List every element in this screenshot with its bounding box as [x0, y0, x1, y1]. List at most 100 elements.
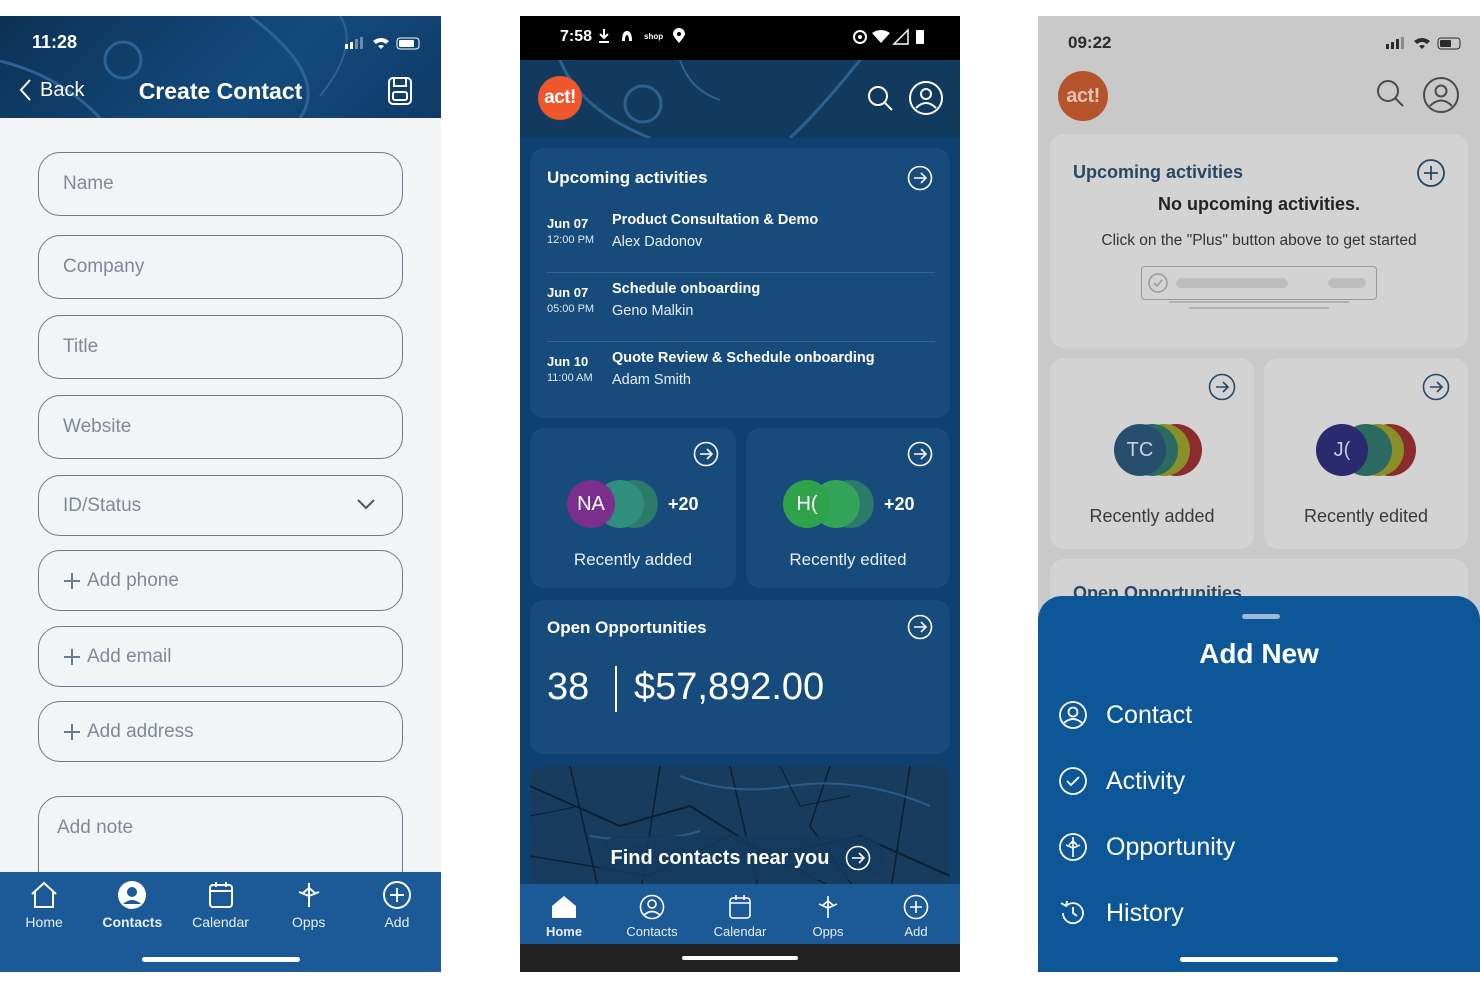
- save-button[interactable]: [387, 76, 413, 106]
- opportunities-open-button[interactable]: [907, 614, 933, 640]
- recently-added-card[interactable]: NA +20 Recently added: [530, 428, 736, 588]
- act-logo: act!: [1058, 71, 1108, 121]
- tab-bar: Home Contacts Calendar Opps Add: [520, 884, 960, 944]
- app-notification-icon: [622, 31, 632, 41]
- activity-time: 12:00 PM: [547, 234, 595, 246]
- recently-edited-card[interactable]: H( +20 Recently edited: [746, 428, 950, 588]
- status-time: 11:28: [32, 32, 78, 52]
- arrow-right-circle-icon: [1208, 373, 1236, 401]
- recently-edited-open-button[interactable]: [907, 441, 933, 467]
- home-indicator: [142, 957, 300, 962]
- add-icon: [382, 881, 411, 909]
- search-button[interactable]: [866, 84, 894, 112]
- tab-opps[interactable]: Opps: [784, 884, 872, 944]
- add-email-field[interactable]: Add email: [38, 626, 403, 687]
- add-address-label: Add address: [87, 720, 194, 742]
- contacts-icon: [118, 881, 147, 909]
- add-opportunity-option[interactable]: Opportunity: [1058, 832, 1235, 862]
- tab-calendar[interactable]: Calendar: [696, 884, 784, 944]
- company-field[interactable]: Company: [38, 235, 403, 299]
- wifi-signal-battery-icon: [853, 28, 924, 45]
- add-contact-option[interactable]: Contact: [1058, 700, 1192, 730]
- tab-add[interactable]: Add: [872, 884, 960, 944]
- search-icon: [1377, 80, 1404, 107]
- empty-state-graphic: [1148, 273, 1366, 293]
- arrow-right-circle-icon: [907, 441, 933, 467]
- sheet-grabber[interactable]: [1242, 614, 1280, 619]
- add-phone-field[interactable]: Add phone: [38, 550, 403, 611]
- dashboard-screen: 7:58 shop act! Upcoming activities Jun 0…: [520, 16, 960, 972]
- recently-added-open-button[interactable]: [693, 441, 719, 467]
- avatar: J(: [1316, 424, 1368, 476]
- arrow-right-circle-icon: [907, 614, 933, 640]
- signal-wifi-battery-icon: [1386, 37, 1461, 50]
- calendar-icon: [729, 895, 751, 919]
- title-placeholder: Title: [63, 336, 99, 357]
- no-activities-message: No upcoming activities.: [1157, 194, 1361, 214]
- find-contacts-button[interactable]: Find contacts near you: [598, 836, 884, 880]
- dashboard-header: [520, 60, 960, 138]
- add-phone-label: Add phone: [87, 569, 179, 591]
- tab-home[interactable]: Home: [520, 884, 608, 944]
- activity-title: Schedule onboarding: [612, 281, 761, 297]
- add-history-option[interactable]: History: [1058, 898, 1184, 928]
- opps-icon: [818, 896, 838, 918]
- activity-row[interactable]: Jun 07 12:00 PM Product Consultation & D…: [547, 204, 935, 273]
- id-status-placeholder: ID/Status: [63, 494, 142, 516]
- avatar: H(: [783, 480, 831, 528]
- add-icon: [1417, 159, 1445, 187]
- search-icon: [868, 86, 893, 111]
- search-button[interactable]: [1375, 78, 1405, 108]
- add-activity-option[interactable]: Activity: [1058, 766, 1185, 796]
- activity-title: Product Consultation & Demo: [612, 212, 819, 228]
- tab-contacts-label: Contacts: [626, 924, 678, 939]
- title-field[interactable]: Title: [38, 315, 403, 379]
- map-card[interactable]: Find contacts near you: [530, 766, 950, 896]
- upcoming-open-button[interactable]: [907, 165, 933, 191]
- name-field[interactable]: Name: [38, 152, 403, 216]
- activity-date: Jun 10: [547, 354, 589, 369]
- open-opportunities-card[interactable]: Open Opportunities 38 $57,892.00: [530, 600, 950, 754]
- activity-row[interactable]: Jun 07 05:00 PM Schedule onboarding Geno…: [547, 273, 935, 342]
- chevron-down-icon: [357, 499, 375, 510]
- profile-button[interactable]: [1422, 76, 1460, 114]
- tab-calendar-label: Calendar: [713, 924, 767, 939]
- plus-icon: [64, 723, 80, 740]
- download-icon: [599, 29, 609, 43]
- status-right-icons: [852, 28, 932, 46]
- activity-row[interactable]: Jun 10 11:00 AM Quote Review & Schedule …: [547, 342, 935, 411]
- home-icon: [552, 896, 576, 918]
- recently-added-open-button[interactable]: [1208, 373, 1236, 401]
- upcoming-activities-card: Upcoming activities No upcoming activiti…: [1050, 134, 1468, 348]
- activity-time: 05:00 PM: [547, 303, 595, 315]
- website-field[interactable]: Website: [38, 395, 403, 459]
- tab-opps-label: Opps: [812, 924, 844, 939]
- tab-contacts[interactable]: Contacts: [608, 884, 696, 944]
- add-address-field[interactable]: Add address: [38, 701, 403, 762]
- tab-add[interactable]: Add: [353, 872, 441, 972]
- recently-added-card: TC Recently added: [1050, 358, 1254, 549]
- add-icon: [903, 894, 929, 920]
- avatar: TC: [1114, 424, 1166, 476]
- header-decoration: [558, 60, 862, 138]
- arrow-right-circle-icon: [1422, 373, 1450, 401]
- profile-button[interactable]: [908, 80, 944, 116]
- recently-added-label: Recently added: [573, 550, 693, 569]
- find-contacts-label: Find contacts near you: [610, 846, 830, 869]
- upcoming-add-button[interactable]: [1416, 158, 1446, 188]
- activity-date: Jun 07: [547, 216, 589, 231]
- empty-state-shadow: [1169, 301, 1349, 309]
- activity-time: 11:00 AM: [547, 372, 593, 384]
- activity-icon: [1059, 767, 1087, 795]
- save-icon: [388, 77, 412, 105]
- tab-home-label: Home: [25, 914, 63, 930]
- opps-icon: [298, 883, 320, 907]
- recently-edited-open-button[interactable]: [1422, 373, 1450, 401]
- sheet-title: Add New: [1199, 638, 1319, 669]
- tab-home[interactable]: Home: [0, 872, 88, 972]
- signal-wifi-battery-icon: [345, 37, 420, 50]
- add-activity-label: Activity: [1106, 766, 1186, 795]
- id-status-select[interactable]: ID/Status: [38, 475, 403, 536]
- upcoming-activities-card[interactable]: Upcoming activities Jun 07 12:00 PM Prod…: [530, 148, 950, 418]
- opportunity-icon: [1059, 833, 1087, 861]
